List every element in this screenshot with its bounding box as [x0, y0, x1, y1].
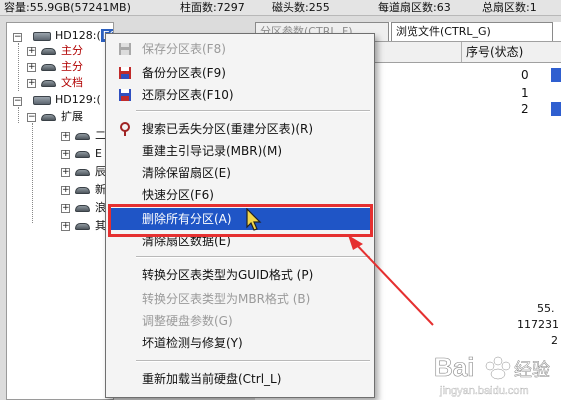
disk-total-sectors: 总扇区数:1	[482, 1, 537, 14]
size-value: 55.	[537, 302, 555, 315]
expand-toggle[interactable]: +	[27, 63, 36, 72]
menu-item-label: 转换分区表类型为MBR格式 (B)	[142, 292, 311, 306]
menu-item-label: 坏道检测与修复(Y)	[142, 336, 243, 350]
expand-toggle[interactable]: +	[61, 150, 70, 159]
partition-icon	[75, 223, 90, 230]
mouse-cursor-icon	[246, 208, 262, 231]
collapse-toggle[interactable]: −	[13, 33, 22, 42]
disk-capacity: 容量:55.9GB(57241MB)	[4, 1, 131, 14]
menu-item-reload-disk[interactable]: 重新加载当前硬盘(Ctrl_L)	[108, 368, 372, 390]
partition-icon	[41, 48, 56, 55]
menu-item-label: 还原分区表(F10)	[142, 88, 234, 102]
disk-sectors-per-track: 每道扇区数:63	[378, 1, 451, 14]
partition-icon	[75, 151, 90, 158]
menu-item-save-partition-table[interactable]: 保存分区表(F8)	[108, 38, 372, 60]
partition-icon	[41, 80, 56, 87]
partition-icon	[75, 169, 90, 176]
collapse-toggle[interactable]: −	[27, 113, 36, 122]
menu-item-label: 搜索已丢失分区(重建分区表)(R)	[142, 122, 314, 136]
menu-item-convert-to-guid[interactable]: 转换分区表类型为GUID格式 (P)	[108, 264, 372, 286]
menu-item-label: 清除扇区数据(E)	[142, 234, 231, 248]
menu-item-bad-sector-check[interactable]: 坏道检测与修复(Y)	[108, 332, 372, 354]
tree-disk-hd129[interactable]: HD129:(	[55, 92, 101, 108]
menu-item-label: 转换分区表类型为GUID格式 (P)	[142, 268, 314, 282]
menu-separator	[136, 110, 370, 112]
menu-item-delete-all-partitions[interactable]: 删除所有分区(A)	[108, 208, 372, 230]
expand-toggle[interactable]: +	[61, 168, 70, 177]
tab-browse-files[interactable]: 浏览文件(CTRL_G)	[391, 22, 553, 41]
hard-disk-icon	[33, 96, 51, 105]
expand-toggle[interactable]: +	[61, 204, 70, 213]
disk-cylinders: 柱面数:7297	[180, 1, 245, 14]
menu-item-search-lost-partitions[interactable]: 搜索已丢失分区(重建分区表)(R)	[108, 118, 372, 140]
disk-context-menu[interactable]: 保存分区表(F8) 备份分区表(F9) 还原分区表(F10) 搜索已丢失分区(重…	[105, 33, 375, 398]
watermark-brand: Bai	[434, 352, 474, 382]
partition-icon	[75, 187, 90, 194]
expand-toggle[interactable]: +	[61, 186, 70, 195]
menu-item-label: 清除保留扇区(E)	[142, 166, 231, 180]
partition-row-index: 0	[521, 68, 529, 82]
tree-extended-partition[interactable]: 扩展	[61, 109, 83, 125]
menu-separator	[136, 256, 370, 258]
menu-item-restore-partition-table[interactable]: 还原分区表(F10)	[108, 84, 372, 106]
menu-item-backup-partition-table[interactable]: 备份分区表(F9)	[108, 62, 372, 84]
tree-partition[interactable]: 文档	[61, 75, 83, 91]
menu-item-rebuild-mbr[interactable]: 重建主引导记录(MBR)(M)	[108, 140, 372, 162]
partition-row-index: 2	[521, 102, 529, 116]
menu-item-label: 重建主引导记录(MBR)(M)	[142, 144, 283, 158]
expand-toggle[interactable]: +	[61, 132, 70, 141]
menu-item-adjust-disk-params[interactable]: 调整硬盘参数(G)	[108, 310, 372, 332]
restore-icon	[119, 89, 131, 101]
annotation-arrow-icon	[348, 235, 434, 326]
expand-toggle[interactable]: +	[27, 79, 36, 88]
menu-item-label: 保存分区表(F8)	[142, 42, 226, 56]
watermark-url: jingyan.baidu.com	[439, 385, 529, 397]
baidu-jingyan-watermark: Bai 经验 jingyan.baidu.com	[432, 346, 561, 400]
partition-icon	[41, 64, 56, 71]
menu-item-clear-sector-data[interactable]: 清除扇区数据(E)	[108, 230, 372, 252]
partition-icon	[75, 133, 90, 140]
backup-icon	[119, 67, 131, 79]
expand-toggle[interactable]: +	[61, 222, 70, 231]
row-color-marker	[551, 102, 561, 116]
expand-toggle[interactable]: +	[27, 47, 36, 56]
menu-item-convert-to-mbr[interactable]: 转换分区表类型为MBR格式 (B)	[108, 288, 372, 310]
menu-item-label: 调整硬盘参数(G)	[142, 314, 233, 328]
tree-partition[interactable]: 主分	[61, 43, 83, 59]
tree-partition[interactable]: 主分	[61, 59, 83, 75]
menu-item-label: 删除所有分区(A)	[142, 212, 232, 226]
menu-separator	[136, 360, 370, 362]
collapse-toggle[interactable]: −	[13, 97, 22, 106]
hard-disk-icon	[33, 32, 51, 41]
menu-item-clear-reserved-sectors[interactable]: 清除保留扇区(E)	[108, 162, 372, 184]
watermark-brand-cn: 经验	[514, 360, 550, 381]
disk-heads: 磁头数:255	[272, 1, 330, 14]
sector-value: 117231	[517, 318, 559, 331]
partition-icon	[75, 205, 90, 212]
menu-item-label: 重新加载当前硬盘(Ctrl_L)	[142, 372, 282, 386]
menu-item-label: 备份分区表(F9)	[142, 66, 226, 80]
menu-item-quick-partition[interactable]: 快速分区(F6)	[108, 184, 372, 206]
tree-logical-partition[interactable]: E	[95, 146, 102, 162]
search-icon	[120, 122, 130, 136]
save-icon	[119, 43, 131, 55]
disk-tree[interactable]: − HD128:(ESGB + 主分 + 主分 + 文档 − HD129:( −…	[6, 22, 114, 400]
disk-info-bar: 容量:55.9GB(57241MB) 柱面数:7297 磁头数:255 每道扇区…	[0, 0, 561, 16]
baidu-paw-logo-icon: Bai 经验 jingyan.baidu.com	[434, 352, 551, 397]
tree-disk-label: HD128:(	[55, 29, 101, 42]
extended-partition-icon	[41, 114, 56, 121]
menu-item-label: 快速分区(F6)	[142, 188, 214, 202]
partition-row-index: 1	[521, 86, 529, 100]
row-color-marker	[551, 68, 561, 82]
column-index-status[interactable]: 序号(状态)	[461, 42, 561, 62]
